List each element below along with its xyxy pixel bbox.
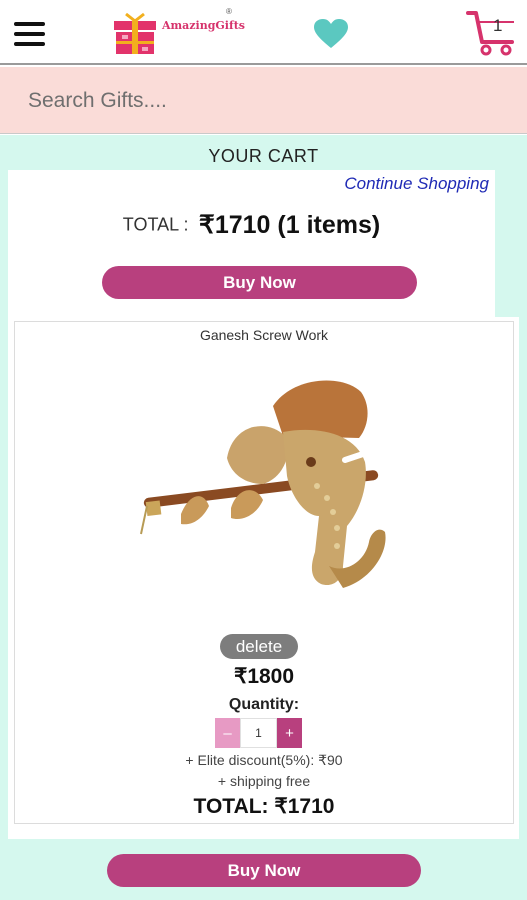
cart-item-card: Ganesh Screw Work delete ₹1800 Quantity:… [8, 317, 519, 839]
search-input[interactable] [28, 85, 498, 117]
quantity-decrease-button[interactable]: – [215, 718, 240, 748]
quantity-label: Quantity: [228, 696, 300, 713]
cart-total-value: ₹1710 (1 items) [198, 211, 381, 239]
shipping-text: + shipping free [217, 773, 311, 789]
buy-now-button[interactable]: Buy Now [102, 266, 417, 299]
cart-heading: YOUR CART [208, 146, 319, 166]
cart-total-label: TOTAL : [122, 214, 189, 235]
item-price: ₹1800 [233, 665, 295, 688]
delete-button[interactable]: delete [220, 634, 298, 659]
gift-logo-icon [114, 12, 156, 54]
top-app-bar: ® AmazingGifts 1 [0, 0, 527, 65]
cart-area: YOUR CART Continue Shopping TOTAL : ₹171… [0, 135, 527, 900]
cart-summary: Continue Shopping TOTAL : ₹1710 (1 items… [8, 170, 495, 317]
hamburger-icon[interactable] [14, 22, 45, 46]
search-bar [0, 67, 527, 134]
item-name: Ganesh Screw Work [199, 327, 329, 343]
quantity-increase-button[interactable]: + [277, 718, 302, 748]
cart-icon[interactable] [466, 10, 518, 61]
app-logo[interactable]: AmazingGifts [112, 8, 245, 56]
elite-discount-text: + Elite discount(5%): ₹90 [185, 752, 343, 768]
heart-icon[interactable] [314, 19, 348, 54]
quantity-input[interactable] [240, 718, 277, 748]
quantity-stepper: – + [215, 718, 302, 748]
cart-total-line: TOTAL : ₹1710 (1 items) [8, 210, 495, 240]
logo-text: AmazingGifts [162, 18, 245, 32]
item-total: TOTAL: ₹1710 [193, 795, 335, 818]
continue-shopping-link[interactable]: Continue Shopping [344, 174, 489, 194]
cart-item: Ganesh Screw Work delete ₹1800 Quantity:… [14, 321, 514, 824]
cart-count-badge: 1 [493, 16, 503, 35]
product-image[interactable] [133, 366, 395, 607]
buy-now-bottom-button[interactable]: Buy Now [107, 854, 421, 887]
